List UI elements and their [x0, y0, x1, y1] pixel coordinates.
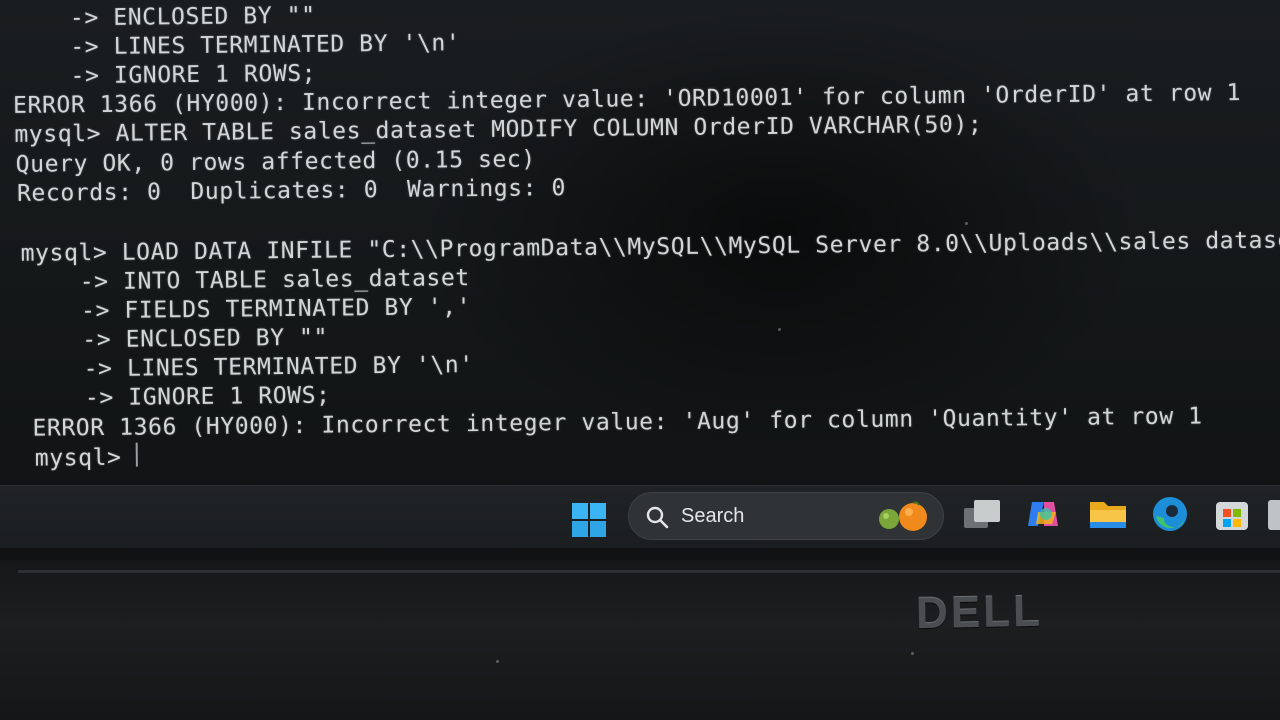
prompt-line: mysql>: [34, 444, 137, 472]
terminal-line: Records: 0 Duplicates: 0 Warnings: 0: [16, 175, 567, 207]
terminal-line: -> FIELDS TERMINATED BY ',': [23, 294, 472, 325]
laptop-screen: -> ENCLOSED BY "" -> LINES TERMINATED BY…: [0, 0, 1280, 570]
laptop-photo: -> ENCLOSED BY "" -> LINES TERMINATED BY…: [0, 0, 1280, 720]
terminal-line: -> ENCLOSED BY "": [12, 2, 316, 32]
bezel-edge: [18, 570, 1280, 573]
text-cursor: [135, 442, 138, 467]
prompt-line: mysql> LOAD DATA INFILE "C:\\ProgramData…: [20, 227, 1280, 267]
search-icon: [646, 506, 669, 529]
laptop-bezel: [0, 560, 1280, 720]
edge-browser-icon[interactable]: [1150, 494, 1190, 534]
terminal-line: -> LINES TERMINATED BY '\n': [25, 352, 474, 383]
microsoft-store-icon[interactable]: [1212, 494, 1252, 534]
dust-speck: [911, 652, 914, 655]
partial-app-icon[interactable]: [1266, 498, 1280, 532]
windows-taskbar: Search: [0, 485, 1280, 548]
terminal-line: -> IGNORE 1 ROWS;: [27, 382, 331, 412]
copilot-icon[interactable]: [1024, 494, 1064, 534]
dust-speck: [496, 660, 499, 663]
dell-logo: DELL: [915, 586, 1044, 639]
dust-speck: [965, 222, 968, 225]
terminal-line: -> IGNORE 1 ROWS;: [12, 60, 317, 90]
terminal-line: -> INTO TABLE sales_dataset: [21, 265, 470, 296]
terminal-line: Query OK, 0 rows affected (0.15 sec): [15, 146, 536, 178]
mysql-terminal[interactable]: -> ENCLOSED BY "" -> LINES TERMINATED BY…: [0, 0, 1280, 480]
terminal-line: -> ENCLOSED BY "": [24, 324, 329, 354]
terminal-line: -> LINES TERMINATED BY '\n': [12, 30, 461, 61]
task-view-icon[interactable]: [962, 496, 1002, 536]
windows-start-icon[interactable]: [571, 502, 607, 538]
file-explorer-icon[interactable]: [1088, 494, 1128, 534]
taskbar-search[interactable]: Search: [628, 492, 944, 540]
dust-speck: [778, 328, 781, 331]
search-highlight-icon: [879, 501, 927, 531]
search-label: Search: [681, 505, 745, 527]
